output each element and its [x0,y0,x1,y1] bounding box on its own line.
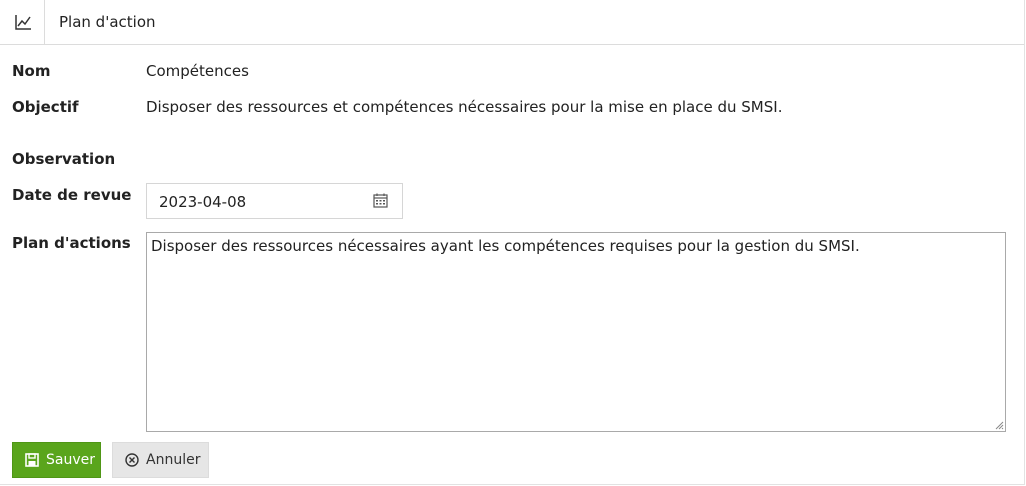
cancel-button-label: Annuler [146,452,201,468]
cancel-circle-icon [125,453,139,467]
observation-label: Observation [12,150,116,168]
objectif-label: Objectif [12,98,79,116]
plan-actions-textarea[interactable]: Disposer des ressources nécessaires ayan… [146,232,1006,432]
plan-actions-label: Plan d'actions [12,234,131,252]
cancel-button[interactable]: Annuler [112,442,209,478]
save-icon [25,453,39,467]
header-icon-box [0,0,45,44]
page-title: Plan d'action [59,13,156,31]
nom-value: Compétences [146,62,249,80]
objectif-value: Disposer des ressources et compétences n… [146,98,783,116]
panel-header: Plan d'action [0,0,1024,45]
calendar-icon[interactable] [373,193,388,208]
save-button[interactable]: Sauver [12,442,101,478]
date-revue-value[interactable]: 2023-04-08 [159,193,246,211]
chart-line-icon [15,15,31,30]
date-revue-input[interactable]: 2023-04-08 [146,183,403,219]
save-button-label: Sauver [46,452,95,468]
resize-grip-icon[interactable] [994,420,1004,430]
action-plan-panel: Plan d'action Nom Compétences Objectif D… [0,0,1025,485]
plan-actions-value[interactable]: Disposer des ressources nécessaires ayan… [151,237,860,255]
date-revue-label: Date de revue [12,186,132,204]
nom-label: Nom [12,62,51,80]
